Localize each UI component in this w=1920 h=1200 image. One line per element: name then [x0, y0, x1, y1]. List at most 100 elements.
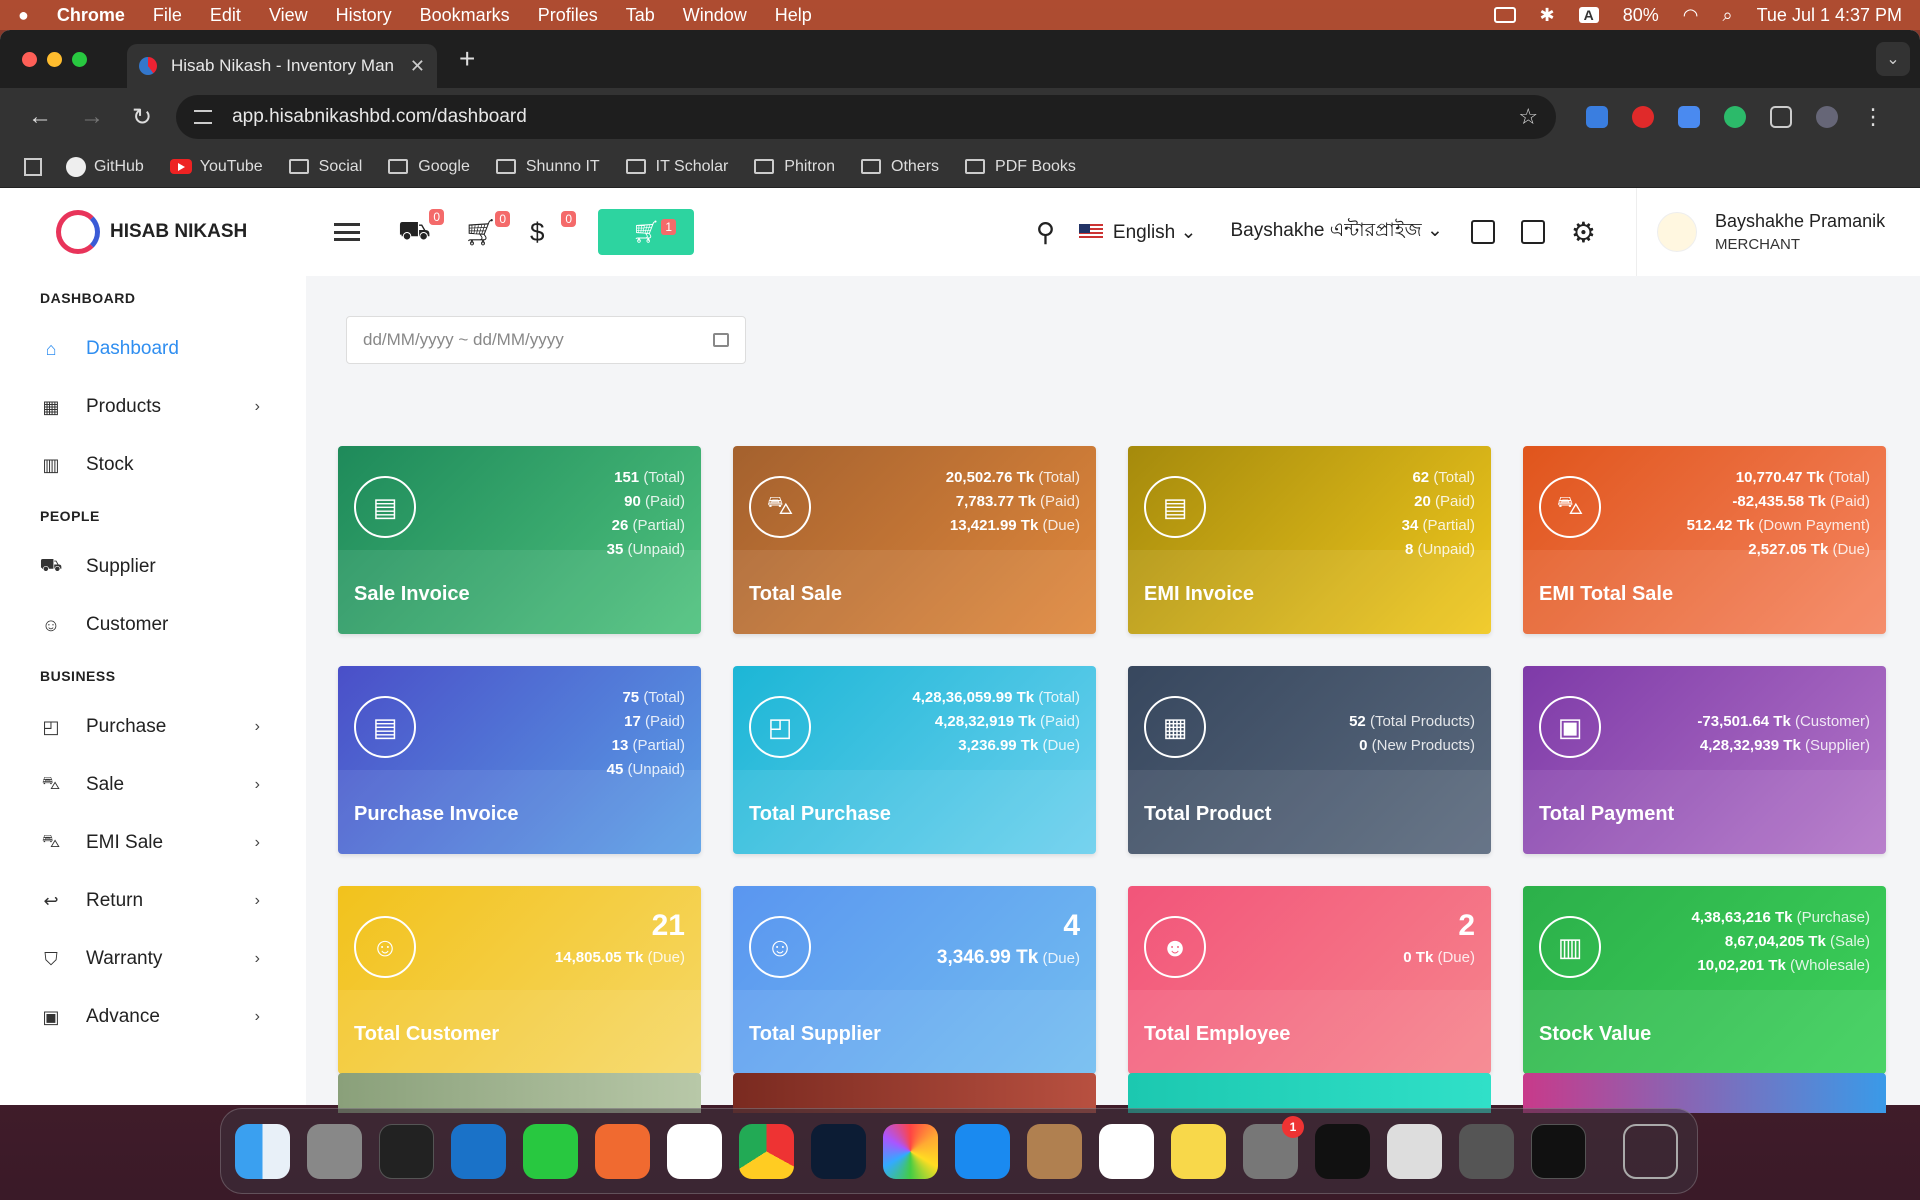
- close-window-button[interactable]: [22, 51, 37, 67]
- mongodb-icon[interactable]: [667, 1123, 722, 1179]
- display-icon[interactable]: [1493, 7, 1516, 23]
- extension-block-icon[interactable]: [1632, 106, 1655, 128]
- stat-card-total-employee[interactable]: ☻ 2 0 Tk (Due) Total Employee: [1128, 886, 1491, 1074]
- menubar-app-name[interactable]: Chrome: [57, 5, 125, 26]
- bookmark-phitron[interactable]: Phitron: [754, 157, 835, 177]
- apps-grid-icon[interactable]: [24, 157, 42, 176]
- menubar-item-history[interactable]: History: [336, 5, 392, 26]
- sidebar-item-purchase[interactable]: ◰ Purchase ›: [0, 698, 306, 756]
- business-selector[interactable]: Bayshakhe এন্টারপ্রাইজ ⌄: [1230, 216, 1442, 248]
- profile-avatar[interactable]: [1816, 106, 1839, 128]
- url-text[interactable]: app.hisabnikashbd.com/dashboard: [232, 106, 527, 128]
- sidebar-item-emi-sale[interactable]: ⛍ EMI Sale ›: [0, 814, 306, 872]
- trash-icon[interactable]: [1623, 1123, 1678, 1179]
- bookmark-shunno-it[interactable]: Shunno IT: [495, 157, 600, 177]
- bookmark-star-icon[interactable]: ☆: [1518, 104, 1538, 130]
- apple-menu-icon[interactable]: ●: [18, 5, 29, 26]
- menubar-item-profiles[interactable]: Profiles: [538, 5, 598, 26]
- photoshop-icon[interactable]: [811, 1123, 866, 1179]
- cart-icon[interactable]: 🛒︎ 0: [464, 210, 510, 248]
- notes-icon[interactable]: [1171, 1123, 1226, 1179]
- stat-card-total-sale[interactable]: ⛍ 20,502.76 Tk (Total) 7,783.77 Tk (Paid) 1…: [733, 446, 1096, 634]
- sidebar-item-products[interactable]: ▦ Products ›: [0, 378, 306, 436]
- terminal-icon[interactable]: [379, 1123, 434, 1179]
- photos-icon[interactable]: [883, 1123, 938, 1179]
- hamburger-menu-icon[interactable]: [334, 223, 360, 241]
- app-store-icon[interactable]: [955, 1123, 1010, 1179]
- calendar-icon[interactable]: [713, 333, 729, 347]
- menubar-item-window[interactable]: Window: [683, 5, 747, 26]
- bluetooth-icon[interactable]: ✱: [1540, 5, 1555, 26]
- menubar-item-edit[interactable]: Edit: [210, 5, 241, 26]
- site-settings-icon[interactable]: [194, 110, 213, 124]
- sidebar-item-return[interactable]: ↩ Return ›: [0, 872, 306, 930]
- new-tab-button[interactable]: +: [459, 43, 475, 75]
- extension-fi-icon[interactable]: [1586, 106, 1609, 128]
- bookmark-youtube[interactable]: YouTube: [169, 157, 263, 177]
- stat-card-total-payment[interactable]: ▣ -73,501.64 Tk (Customer) 4,28,32,939 Tk …: [1523, 666, 1886, 854]
- reminders-icon[interactable]: [1099, 1123, 1154, 1179]
- bookmark-google[interactable]: Google: [388, 157, 470, 177]
- vscode-icon[interactable]: [451, 1123, 506, 1179]
- sidebar-item-stock[interactable]: ▥ Stock: [0, 436, 306, 494]
- stat-card-stock-value[interactable]: ▥ 4,38,63,216 Tk (Purchase) 8,67,04,205 Tk…: [1523, 886, 1886, 1074]
- stat-card-purchase-invoice[interactable]: ▤ 75 (Total) 17 (Paid) 13 (Partial) 45 (Unpa…: [338, 666, 701, 854]
- forward-arrow-icon[interactable]: →: [80, 103, 104, 131]
- reload-icon[interactable]: ↻: [132, 103, 152, 132]
- bookmark-github[interactable]: GitHub: [66, 156, 144, 177]
- sidebar-item-customer[interactable]: ☺ Customer: [0, 596, 306, 654]
- stat-card-emi-total-sale[interactable]: ⛍ 10,770.47 Tk (Total) -82,435.58 Tk (Paid…: [1523, 446, 1886, 634]
- stat-card-total-purchase[interactable]: ◰ 4,28,36,059.99 Tk (Total) 4,28,32,919 Tk…: [733, 666, 1096, 854]
- delivery-truck-icon[interactable]: ⛟ 0: [398, 208, 444, 250]
- input-source-badge[interactable]: A: [1578, 7, 1599, 23]
- sidebar-item-sale[interactable]: ⛍ Sale ›: [0, 756, 306, 814]
- gear-icon[interactable]: ⚙: [1571, 216, 1596, 249]
- menubar-clock[interactable]: Tue Jul 1 4:37 PM: [1757, 5, 1902, 26]
- menubar-item-tab[interactable]: Tab: [626, 5, 655, 26]
- payment-hand-icon[interactable]: $0: [530, 210, 576, 248]
- disk-utility-icon[interactable]: [1387, 1123, 1442, 1179]
- finder-icon[interactable]: [235, 1123, 290, 1179]
- extension-docs-icon[interactable]: [1678, 106, 1701, 128]
- search-icon[interactable]: ⚲: [1036, 217, 1055, 248]
- user-profile[interactable]: Bayshakhe Pramanik MERCHANT: [1636, 188, 1920, 276]
- whatsapp-icon[interactable]: [523, 1123, 578, 1179]
- address-bar[interactable]: app.hisabnikashbd.com/dashboard ☆: [176, 95, 1557, 139]
- bookmark-it-scholar[interactable]: IT Scholar: [625, 157, 728, 177]
- postman-icon[interactable]: [595, 1123, 650, 1179]
- terminal-alt-icon[interactable]: [1531, 1123, 1586, 1179]
- menubar-item-view[interactable]: View: [269, 5, 308, 26]
- back-arrow-icon[interactable]: ←: [28, 103, 52, 131]
- sidebar-item-dashboard[interactable]: ⌂ Dashboard: [0, 320, 306, 378]
- stat-card-total-supplier[interactable]: ☺ 4 3,346.99 Tk (Due) Total Supplier: [733, 886, 1096, 1074]
- calculator-app-icon[interactable]: [1459, 1123, 1514, 1179]
- browser-tab[interactable]: Hisab Nikash - Inventory Man ✕: [127, 44, 437, 88]
- spotlight-icon[interactable]: ⌕: [1723, 5, 1733, 26]
- wifi-icon[interactable]: ◠: [1683, 5, 1699, 26]
- bookmark-pdf-books[interactable]: PDF Books: [965, 157, 1076, 177]
- activity-monitor-icon[interactable]: [1315, 1123, 1370, 1179]
- pos-cart-button[interactable]: 🛒︎ 1: [598, 209, 694, 255]
- contacts-icon[interactable]: [1027, 1123, 1082, 1179]
- chrome-menu-icon[interactable]: ⋮: [1862, 104, 1884, 130]
- battery-percent[interactable]: 80%: [1623, 5, 1659, 26]
- menubar-item-file[interactable]: File: [153, 5, 182, 26]
- stat-card-sale-invoice[interactable]: ▤ 151 (Total) 90 (Paid) 26 (Partial) 35 (Unp…: [338, 446, 701, 634]
- tab-search-chevron-icon[interactable]: ⌄: [1876, 42, 1910, 76]
- minimize-window-button[interactable]: [47, 51, 62, 67]
- sidebar-item-advance[interactable]: ▣ Advance ›: [0, 988, 306, 1046]
- calendar-icon[interactable]: [1520, 220, 1545, 244]
- sidebar-item-supplier[interactable]: ⛟ Supplier: [0, 538, 306, 596]
- sidebar-item-warranty[interactable]: ⛉ Warranty ›: [0, 930, 306, 988]
- chrome-icon[interactable]: [739, 1123, 794, 1179]
- stat-card-emi-invoice[interactable]: ▤ 62 (Total) 20 (Paid) 34 (Partial) 8 (Unpai…: [1128, 446, 1491, 634]
- app-logo[interactable]: HISAB NIKASH: [0, 188, 306, 276]
- language-selector[interactable]: English ⌄: [1113, 221, 1197, 244]
- calculator-icon[interactable]: [1470, 220, 1495, 244]
- stat-card-total-customer[interactable]: ☺ 21 14,805.05 Tk (Due) Total Customer: [338, 886, 701, 1074]
- menubar-item-help[interactable]: Help: [775, 5, 812, 26]
- bookmark-others[interactable]: Others: [861, 157, 939, 177]
- launchpad-icon[interactable]: [307, 1123, 362, 1179]
- stat-card-total-product[interactable]: ▦ 52 (Total Products) 0 (New Products) Tota…: [1128, 666, 1491, 854]
- bookmark-social[interactable]: Social: [288, 157, 362, 177]
